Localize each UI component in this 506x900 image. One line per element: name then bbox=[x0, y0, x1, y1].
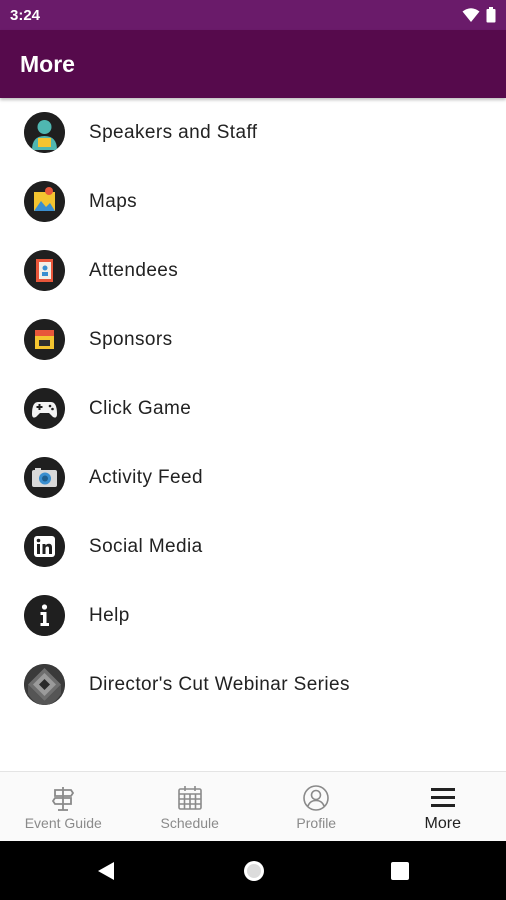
menu-item-label: Maps bbox=[89, 191, 138, 212]
menu-item-directors-cut[interactable]: Director's Cut Webinar Series bbox=[0, 650, 506, 719]
menu-item-label: Click Game bbox=[89, 398, 192, 419]
status-bar: 3:24 bbox=[0, 0, 506, 30]
address-book-icon bbox=[24, 250, 65, 291]
menu-item-label: Sponsors bbox=[89, 329, 173, 350]
linkedin-icon bbox=[24, 526, 65, 567]
home-icon[interactable] bbox=[242, 859, 266, 883]
menu-item-click-game[interactable]: Click Game bbox=[0, 374, 506, 443]
menu-item-label: Activity Feed bbox=[89, 467, 203, 488]
status-time: 3:24 bbox=[10, 7, 41, 24]
menu-item-help[interactable]: Help bbox=[0, 581, 506, 650]
menu-item-social-media[interactable]: Social Media bbox=[0, 512, 506, 581]
bottom-navigation: Event Guide Schedule Profile More bbox=[0, 771, 506, 841]
status-icons bbox=[462, 7, 496, 28]
menu-item-label: Director's Cut Webinar Series bbox=[89, 674, 350, 695]
nav-label: More bbox=[424, 815, 461, 832]
wifi-icon bbox=[462, 7, 480, 28]
system-navigation-bar bbox=[0, 841, 506, 900]
calendar-icon bbox=[176, 784, 204, 812]
map-pin-icon bbox=[24, 181, 65, 222]
sponsor-box-icon bbox=[24, 319, 65, 360]
menu-item-label: Social Media bbox=[89, 536, 203, 557]
menu-item-sponsors[interactable]: Sponsors bbox=[0, 305, 506, 374]
profile-icon bbox=[302, 784, 330, 812]
menu-item-label: Speakers and Staff bbox=[89, 122, 258, 143]
diamond-logo-icon bbox=[24, 664, 65, 705]
person-speaker-icon bbox=[24, 112, 65, 153]
signpost-icon bbox=[49, 784, 77, 812]
back-icon[interactable] bbox=[94, 859, 118, 883]
nav-tab-event-guide[interactable]: Event Guide bbox=[0, 772, 127, 841]
hamburger-menu-icon bbox=[429, 784, 457, 812]
menu-item-label: Help bbox=[89, 605, 130, 626]
info-icon bbox=[24, 595, 65, 636]
battery-icon bbox=[486, 7, 496, 28]
nav-tab-more[interactable]: More bbox=[380, 772, 506, 841]
menu-item-label: Attendees bbox=[89, 260, 179, 281]
menu-item-attendees[interactable]: Attendees bbox=[0, 236, 506, 305]
camera-icon bbox=[24, 457, 65, 498]
recents-icon[interactable] bbox=[388, 859, 412, 883]
gamepad-icon bbox=[24, 388, 65, 429]
more-menu-list: Speakers and Staff Maps Attendees Sponso… bbox=[0, 98, 506, 719]
menu-item-speakers-and-staff[interactable]: Speakers and Staff bbox=[0, 98, 506, 167]
menu-item-maps[interactable]: Maps bbox=[0, 167, 506, 236]
menu-item-activity-feed[interactable]: Activity Feed bbox=[0, 443, 506, 512]
nav-tab-profile[interactable]: Profile bbox=[253, 772, 380, 841]
page-title: More bbox=[20, 51, 75, 77]
nav-tab-schedule[interactable]: Schedule bbox=[127, 772, 254, 841]
app-bar: More bbox=[0, 30, 506, 98]
nav-label: Event Guide bbox=[24, 815, 102, 831]
nav-label: Profile bbox=[296, 815, 337, 831]
nav-label: Schedule bbox=[160, 815, 219, 831]
